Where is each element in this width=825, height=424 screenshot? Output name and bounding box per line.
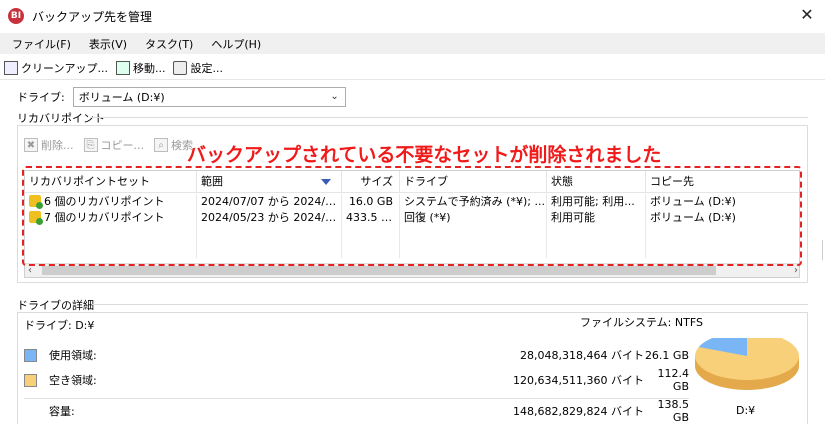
free-space-bytes: 120,634,511,360 バイト (513, 374, 644, 387)
table-row[interactable]: 6 個のリカバリポイント 2024/07/07 から 2024/07... 16… (25, 194, 799, 210)
free-space-swatch (24, 373, 37, 387)
empty-row (25, 226, 799, 242)
drive-details-filesystem: ファイルシステム: NTFS (580, 316, 703, 329)
drive-label: ドライブ: (17, 91, 65, 104)
pie-drive-label: D:¥ (736, 404, 756, 417)
scroll-right-icon[interactable]: › (794, 264, 798, 277)
recovery-points-table: リカバリポイントセット 範囲 サイズ ドライブ 状態 コピー先 6 個のリカバリ… (24, 170, 800, 278)
table-cell: 2024/07/07 から 2024/07... (197, 194, 342, 210)
settings-button[interactable]: 設定... (173, 60, 223, 76)
copy-button[interactable]: ⎘ コピー... (83, 137, 145, 153)
capacity-label: 容量: (49, 405, 75, 418)
recovery-points-group-label: リカバリポイント (17, 112, 105, 125)
annotation-banner: バックアップされている不要なセットが削除されました (187, 144, 662, 166)
drive-dropdown[interactable]: ボリューム (D:¥) ⌄ (72, 87, 346, 107)
table-cell: ボリューム (D:¥) (650, 195, 736, 208)
free-space-label: 空き領域: (49, 374, 97, 387)
settings-icon (173, 60, 188, 75)
capacity-bytes: 148,682,829,824 バイト (513, 405, 644, 418)
col-header-status[interactable]: 状態 (547, 171, 646, 193)
menu-bar: ファイル(F) 表示(V) タスク(T) ヘルプ(H) (0, 33, 825, 54)
col-header-drive[interactable]: ドライブ (400, 171, 547, 193)
table-cell: 7 個のリカバリポイント (25, 210, 197, 226)
recovery-points-divider (90, 117, 808, 118)
cleanup-icon (4, 60, 18, 75)
cleanup-button[interactable]: クリーンアップ... (4, 60, 108, 76)
table-cell: 回復 (*¥) (400, 210, 547, 226)
move-icon (115, 60, 130, 75)
table-cell: システムで予約済み (*¥); ... (400, 194, 547, 210)
menu-file[interactable]: ファイル(F) (12, 36, 71, 52)
scroll-left-icon[interactable]: ‹ (28, 264, 32, 277)
menu-tasks[interactable]: タスク(T) (145, 36, 193, 52)
free-space-row: 空き領域: 120,634,511,360 バイト 112.4 GB (24, 367, 689, 393)
drive-details-divider (92, 304, 808, 305)
table-cell: 433.5 M... (342, 210, 400, 226)
title-bar: BI バックアップ先を管理 ✕ (0, 0, 825, 32)
sort-descending-icon (321, 179, 331, 185)
drive-row: ドライブ: ボリューム (D:¥) ⌄ (17, 87, 346, 107)
used-space-row: 使用領域: 28,048,318,464 バイト 26.1 GB (24, 347, 689, 363)
horizontal-scrollbar[interactable]: ‹ › (25, 263, 799, 277)
search-icon: ⌕ (154, 138, 168, 152)
capacity-gb: 138.5 GB (657, 398, 690, 424)
col-header-set[interactable]: リカバリポイントセット (25, 171, 197, 193)
table-cell: 16.0 GB (342, 194, 400, 210)
window-title: バックアップ先を管理 (32, 9, 153, 24)
cell-text: 7 個のリカバリポイント (44, 211, 165, 224)
settings-label: 設定... (190, 61, 223, 75)
drive-details-drive: ドライブ: D:¥ (24, 319, 95, 332)
used-space-swatch (24, 348, 37, 362)
delete-label: 削除... (41, 139, 74, 152)
toolbar: クリーンアップ... 移動... 設定... (0, 56, 825, 80)
move-button[interactable]: 移動... (115, 60, 166, 76)
used-space-label: 使用領域: (49, 349, 97, 362)
scrollbar-thumb[interactable] (42, 266, 716, 275)
col-header-size[interactable]: サイズ (342, 171, 400, 193)
col-header-range[interactable]: 範囲 (197, 171, 342, 193)
col-header-range-label: 範囲 (201, 175, 223, 188)
col-header-destination[interactable]: コピー先 (646, 171, 799, 193)
chevron-down-icon: ⌄ (330, 91, 339, 102)
table-cell: 利用可能 (547, 210, 646, 226)
table-row[interactable]: 7 個のリカバリポイント 2024/05/23 から 2024/05... 43… (25, 210, 799, 226)
cleanup-label: クリーンアップ... (21, 61, 108, 75)
table-cell: 2024/05/23 から 2024/05... (197, 210, 342, 226)
delete-button[interactable]: ✖ 削除... (24, 137, 74, 153)
recovery-points-toolbar: ✖ 削除... ⎘ コピー... ⌕ 検索... (24, 137, 214, 153)
drive-dropdown-value: ボリューム (D:¥) (78, 91, 165, 104)
table-cell: 利用可能; 利用... (547, 194, 646, 210)
app-icon: BI (8, 8, 24, 24)
capacity-divider (24, 398, 689, 399)
used-space-gb: 26.1 GB (644, 348, 689, 362)
drive-usage-pie (695, 338, 799, 390)
delete-icon: ✖ (24, 138, 38, 152)
table-cell: 6 個のリカバリポイント (25, 194, 197, 210)
capacity-row: 容量: 148,682,829,824 バイト 138.5 GB (24, 398, 689, 424)
drive-details-group-label: ドライブの詳細 (17, 299, 94, 312)
recovery-set-icon (29, 211, 43, 225)
move-label: 移動... (132, 61, 166, 75)
cell-text: 6 個のリカバリポイント (44, 195, 165, 208)
copy-label: コピー... (100, 139, 145, 152)
table-header: リカバリポイントセット 範囲 サイズ ドライブ 状態 コピー先 (25, 171, 799, 193)
menu-help[interactable]: ヘルプ(H) (211, 36, 261, 52)
close-icon[interactable]: ✕ (799, 7, 815, 23)
free-space-gb: 112.4 GB (657, 367, 690, 393)
table-cell: ボリューム (D:¥) (650, 211, 736, 224)
copy-icon: ⎘ (83, 138, 98, 152)
menu-view[interactable]: 表示(V) (89, 36, 127, 52)
recovery-set-icon (29, 195, 43, 209)
empty-row (25, 242, 799, 258)
used-space-bytes: 28,048,318,464 バイト (520, 349, 644, 362)
